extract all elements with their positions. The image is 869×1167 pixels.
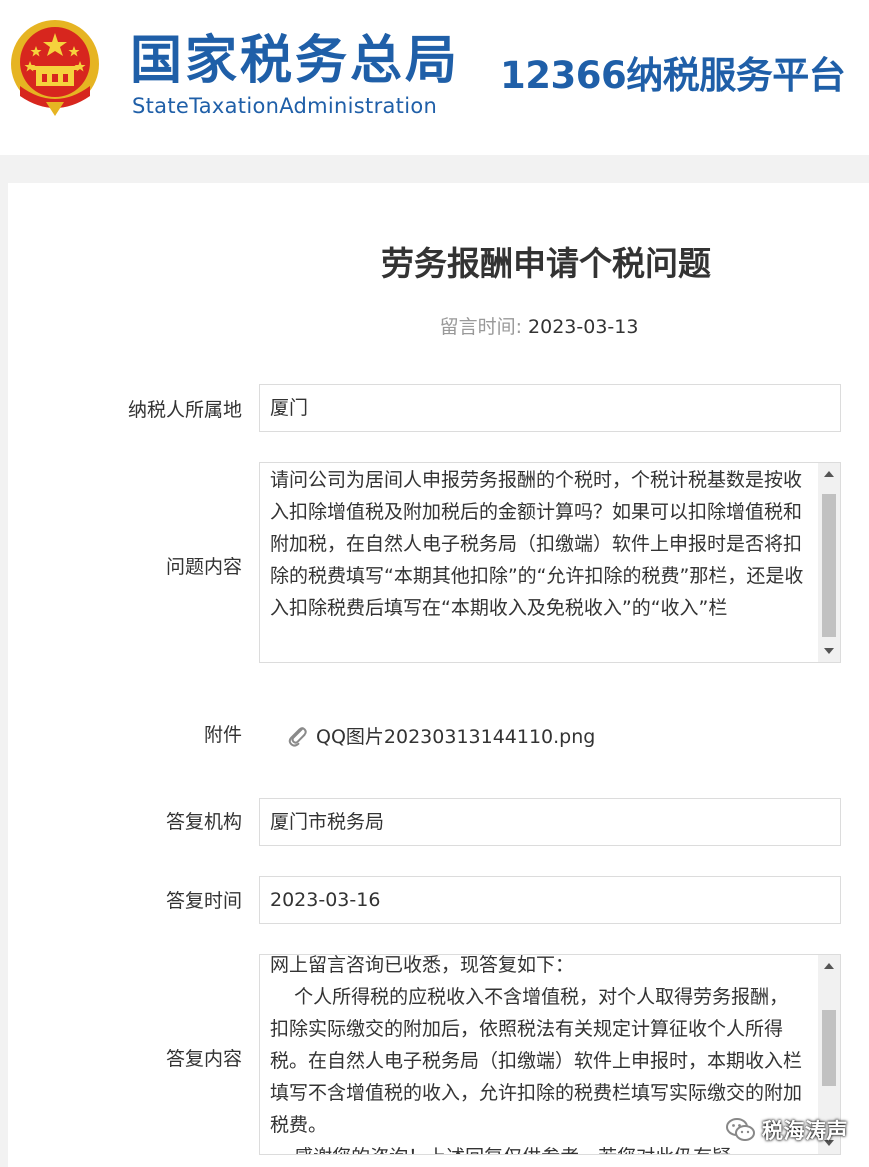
message-time-label: 留言时间:	[439, 316, 522, 338]
reply-time-label: 答复时间	[165, 890, 242, 912]
watermark-text: 税海涛声	[762, 1119, 848, 1143]
watermark: 税海涛声	[726, 1113, 848, 1147]
question-text: 请问公司为居间人申报劳务报酬的个税时，个税计税基数是按收入扣除增值税及附加税后的…	[270, 469, 804, 619]
national-emblem-icon	[11, 20, 99, 116]
reply-time-field[interactable]: 2023-03-16	[259, 876, 841, 924]
attachment-label: 附件	[203, 724, 242, 746]
reply-text: 网上留言咨询已收悉，现答复如下： 个人所得税的应税收入不含增值税，对个人取得劳务…	[270, 954, 803, 1154]
region-field[interactable]: 厦门	[259, 384, 841, 432]
message-time-value: 2023-03-13	[528, 316, 639, 338]
wechat-icon	[726, 1118, 755, 1141]
paperclip-icon	[288, 727, 307, 747]
reply-org-field[interactable]: 厦门市税务局	[259, 798, 841, 846]
scroll-up-arrow-icon[interactable]	[818, 955, 840, 977]
platform-name[interactable]: 12366纳税服务平台	[500, 52, 846, 100]
brand-name-cn[interactable]: 国家税务总局	[130, 30, 460, 92]
reply-scroll-thumb[interactable]	[822, 1010, 836, 1086]
page-title: 劳务报酬申请个税问题	[381, 244, 711, 283]
brand-name-en[interactable]: StateTaxationAdministration	[132, 93, 437, 119]
question-textarea[interactable]: 请问公司为居间人申报劳务报酬的个税时，个税计税基数是按收入扣除增值税及附加税后的…	[259, 462, 841, 663]
reply-org-label: 答复机构	[165, 811, 242, 833]
question-label: 问题内容	[165, 556, 242, 578]
scroll-down-arrow-icon[interactable]	[818, 640, 840, 662]
site-header: 国家税务总局 StateTaxationAdministration 12366…	[0, 0, 869, 155]
region-label: 纳税人所属地	[127, 399, 242, 421]
question-scrollbar[interactable]	[818, 463, 840, 662]
reply-content-label: 答复内容	[165, 1048, 242, 1070]
attachment-filename[interactable]: QQ图片20230313144110.png	[316, 722, 595, 749]
attachment-link[interactable]: QQ图片20230313144110.png	[286, 720, 595, 750]
question-scroll-thumb[interactable]	[822, 494, 836, 637]
scroll-up-arrow-icon[interactable]	[818, 463, 840, 485]
message-time: 留言时间: 2023-03-13	[0, 312, 869, 342]
